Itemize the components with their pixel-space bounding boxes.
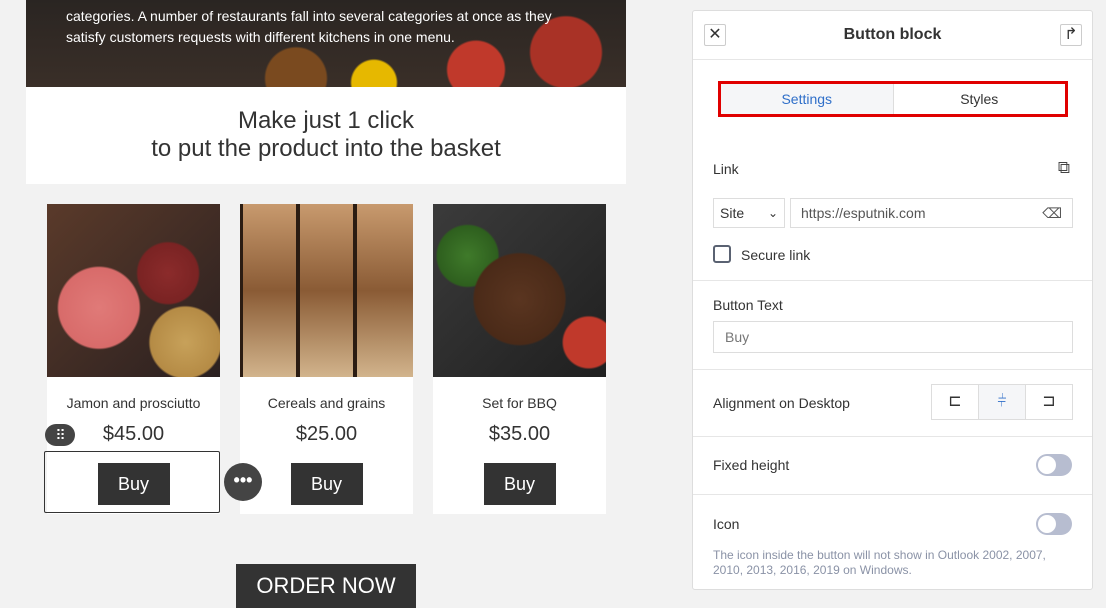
drag-handle-icon[interactable]: ⠿ xyxy=(45,424,75,446)
icon-note: The icon inside the button will not show… xyxy=(713,548,1046,577)
link-type-value: Site xyxy=(720,205,745,221)
align-left-icon[interactable]: ⊏ xyxy=(932,385,979,419)
product-name: Jamon and prosciutto xyxy=(66,395,201,411)
hero-image-block[interactable]: categories. A number of restaurants fall… xyxy=(26,0,626,87)
icon-label: Icon xyxy=(713,516,740,532)
alignment-button-group: ⊏ ⫩ ⊐ xyxy=(931,384,1073,420)
secure-link-label: Secure link xyxy=(741,247,811,263)
product-image[interactable] xyxy=(433,204,606,377)
align-right-icon[interactable]: ⊐ xyxy=(1026,385,1072,419)
selected-block-outline[interactable] xyxy=(44,451,220,513)
open-link-icon[interactable]: ⧉ xyxy=(1058,158,1070,178)
headline-line-1: Make just 1 click xyxy=(237,107,415,134)
panel-title: Button block xyxy=(843,26,942,43)
button-text-input[interactable]: Buy xyxy=(713,321,1073,353)
button-block-panel: ✕ Button block ↱ Settings Styles Link ⧉ … xyxy=(692,10,1093,590)
align-center-icon[interactable]: ⫩ xyxy=(979,385,1026,419)
alignment-label: Alignment on Desktop xyxy=(713,395,850,411)
clear-input-icon[interactable]: ⌫ xyxy=(1042,199,1062,227)
headline-block[interactable]: Make just 1 click to put the product int… xyxy=(26,87,626,184)
fixed-height-toggle[interactable] xyxy=(1036,454,1072,476)
tab-styles[interactable]: Styles xyxy=(894,84,1066,114)
secure-link-checkbox[interactable] xyxy=(713,245,731,263)
product-card: Cereals and grains $25.00 Buy xyxy=(240,204,413,514)
product-name: Set for BBQ xyxy=(482,395,557,411)
headline-line-2: to put the product into the basket xyxy=(151,135,501,162)
product-card: Set for BBQ $35.00 Buy xyxy=(433,204,606,514)
link-type-select[interactable]: Site ⌄ xyxy=(713,198,785,228)
url-input[interactable]: https://esputnik.com ⌫ xyxy=(790,198,1073,228)
link-label: Link xyxy=(713,161,739,177)
url-value: https://esputnik.com xyxy=(801,205,926,221)
hero-text: categories. A number of restaurants fall… xyxy=(66,8,552,45)
buy-button[interactable]: Buy xyxy=(290,463,363,505)
product-price: $25.00 xyxy=(295,423,358,445)
tab-settings[interactable]: Settings xyxy=(721,84,894,114)
panel-tabs: Settings Styles xyxy=(718,81,1068,117)
fixed-height-section: Fixed height xyxy=(693,436,1092,495)
more-options-icon[interactable]: ••• xyxy=(224,463,262,501)
product-price: $35.00 xyxy=(488,423,551,445)
icon-toggle[interactable] xyxy=(1036,513,1072,535)
chevron-down-icon: ⌄ xyxy=(767,206,778,220)
buy-button[interactable]: Buy xyxy=(483,463,556,505)
product-image[interactable] xyxy=(240,204,413,377)
collapse-panel-icon[interactable]: ↱ xyxy=(1060,24,1082,46)
fixed-height-label: Fixed height xyxy=(713,457,790,473)
button-text-label: Button Text xyxy=(713,297,783,313)
product-image[interactable] xyxy=(47,204,220,377)
product-name: Cereals and grains xyxy=(267,395,386,411)
order-now-button[interactable]: ORDER NOW xyxy=(236,564,416,608)
panel-header: ✕ Button block ↱ xyxy=(693,11,1092,60)
email-canvas: categories. A number of restaurants fall… xyxy=(26,0,626,605)
